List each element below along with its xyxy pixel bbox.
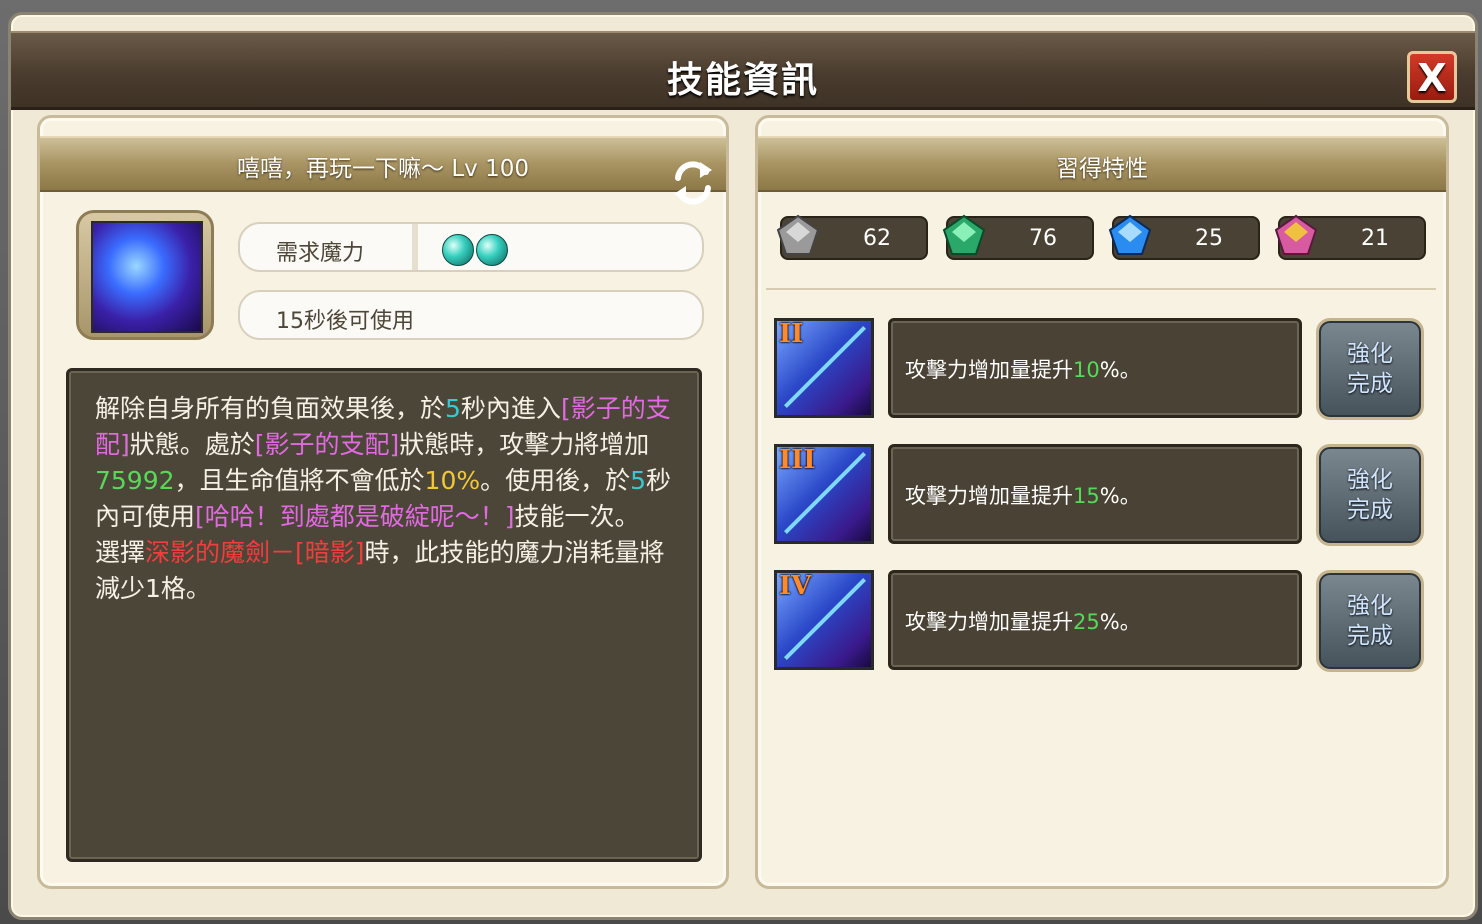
enhance-complete-button[interactable]: 強化 完成 bbox=[1316, 570, 1424, 672]
skill-icon-frame bbox=[76, 210, 214, 340]
mana-requirement-row: 需求魔力 bbox=[238, 222, 704, 272]
mana-label: 需求魔力 bbox=[276, 241, 365, 266]
trait-icon: IV bbox=[774, 570, 874, 670]
skill-panel: 嘻嘻，再玩一下嘛～ Lv 100 需求魔力 15秒後可使用 解除自身所有的負面效… bbox=[37, 115, 729, 889]
trait-description: 攻擊力增加量提升10%。 bbox=[888, 318, 1302, 418]
description-segment: 秒內進入 bbox=[460, 394, 561, 423]
gem-stats: 62 76 25 21 bbox=[766, 202, 1436, 282]
green-gem-icon bbox=[942, 214, 986, 255]
window-title: 技能資訊 bbox=[666, 60, 819, 101]
trait-text: 攻擊力增加量提升 bbox=[905, 610, 1073, 634]
enhance-complete-button[interactable]: 強化 完成 bbox=[1316, 444, 1424, 546]
trait-value: 10 bbox=[1073, 358, 1100, 382]
description-segment: 選擇 bbox=[95, 538, 146, 567]
button-label: 強化 完成 bbox=[1347, 467, 1393, 523]
cooldown-row: 15秒後可使用 bbox=[238, 290, 704, 340]
stat-rainbow-gem: 21 bbox=[1274, 214, 1426, 260]
description-segment: 深影的魔劍－ bbox=[145, 538, 296, 567]
refresh-icon[interactable] bbox=[670, 156, 716, 208]
description-segment: 解除自身所有的負面效果後，於 bbox=[95, 394, 446, 423]
trait-row: IV 攻擊力增加量提升25%。 強化 完成 bbox=[774, 570, 1430, 676]
skill-icon bbox=[91, 221, 203, 333]
trait-row: II 攻擊力增加量提升10%。 強化 完成 bbox=[774, 318, 1430, 424]
skill-description: 解除自身所有的負面效果後，於5秒內進入[影子的支配]狀態。處於[影子的支配]狀態… bbox=[95, 391, 679, 607]
trait-icon: II bbox=[774, 318, 874, 418]
description-segment: ，且生命值將不會低於 bbox=[174, 466, 425, 495]
description-segment: 。使用後，於 bbox=[480, 466, 631, 495]
trait-value: 25 bbox=[1073, 610, 1100, 634]
gray-gem-icon bbox=[776, 214, 820, 255]
button-label: 強化 完成 bbox=[1347, 593, 1393, 649]
close-icon: X bbox=[1417, 56, 1447, 100]
stat-value: 76 bbox=[1029, 226, 1057, 251]
title-bar: 技能資訊 X bbox=[11, 31, 1475, 110]
stat-gray-gem: 62 bbox=[776, 214, 928, 260]
trait-text: 攻擊力增加量提升 bbox=[905, 484, 1073, 508]
description-segment: 5 bbox=[445, 394, 461, 423]
description-segment: [哈哈！到處都是破綻呢～！] bbox=[195, 502, 515, 531]
stat-value: 25 bbox=[1195, 226, 1223, 251]
description-segment: 狀態。處於 bbox=[129, 430, 255, 459]
description-segment: [暗影] bbox=[295, 538, 365, 567]
cooldown-text: 15秒後可使用 bbox=[276, 309, 414, 334]
trait-icon: III bbox=[774, 444, 874, 544]
stat-value: 62 bbox=[863, 226, 891, 251]
description-segment: 技能一次。 bbox=[514, 502, 640, 531]
skill-header-bar: 嘻嘻，再玩一下嘛～ Lv 100 bbox=[40, 136, 726, 205]
rank-numeral: IV bbox=[779, 571, 812, 601]
description-segment: 10% bbox=[424, 466, 481, 495]
rainbow-gem-icon bbox=[1274, 214, 1318, 255]
description-paragraph: 選擇深影的魔劍－[暗影]時，此技能的魔力消耗量將減少1格。 bbox=[95, 535, 679, 607]
close-button[interactable]: X bbox=[1407, 51, 1457, 103]
divider bbox=[766, 288, 1436, 290]
enhance-complete-button[interactable]: 強化 完成 bbox=[1316, 318, 1424, 420]
rank-numeral: II bbox=[779, 319, 804, 349]
trait-row: III 攻擊力增加量提升15%。 強化 完成 bbox=[774, 444, 1430, 550]
trait-suffix: %。 bbox=[1099, 484, 1141, 508]
stat-blue-gem: 25 bbox=[1108, 214, 1260, 260]
description-segment: 75992 bbox=[95, 466, 175, 495]
stat-value: 21 bbox=[1361, 226, 1389, 251]
description-segment: [影子的支配] bbox=[254, 430, 400, 459]
trait-suffix: %。 bbox=[1099, 610, 1141, 634]
trait-text: 攻擊力增加量提升 bbox=[905, 358, 1073, 382]
skill-info-window: 技能資訊 X 嘻嘻，再玩一下嘛～ Lv 100 需求魔力 15秒後可使用 解除自… bbox=[8, 12, 1478, 920]
divider bbox=[412, 224, 418, 270]
mana-orb-icon bbox=[476, 234, 508, 266]
traits-title: 習得特性 bbox=[1056, 156, 1148, 182]
description-paragraph: 解除自身所有的負面效果後，於5秒內進入[影子的支配]狀態。處於[影子的支配]狀態… bbox=[95, 391, 679, 535]
description-segment: 5 bbox=[630, 466, 647, 495]
blue-gem-icon bbox=[1108, 214, 1152, 255]
stat-green-gem: 76 bbox=[942, 214, 1094, 260]
skill-name-level: 嘻嘻，再玩一下嘛～ Lv 100 bbox=[237, 156, 529, 182]
skill-description-box: 解除自身所有的負面效果後，於5秒內進入[影子的支配]狀態。處於[影子的支配]狀態… bbox=[66, 368, 702, 862]
trait-description: 攻擊力增加量提升15%。 bbox=[888, 444, 1302, 544]
trait-suffix: %。 bbox=[1099, 358, 1141, 382]
button-label: 強化 完成 bbox=[1347, 341, 1393, 397]
description-segment: 狀態時，攻擊力將增加 bbox=[399, 430, 650, 459]
rank-numeral: III bbox=[779, 445, 816, 475]
trait-description: 攻擊力增加量提升25%。 bbox=[888, 570, 1302, 670]
mana-orb-icon bbox=[442, 234, 474, 266]
screen-frame: 技能資訊 X 嘻嘻，再玩一下嘛～ Lv 100 需求魔力 15秒後可使用 解除自… bbox=[0, 0, 1482, 924]
traits-header-bar: 習得特性 bbox=[758, 136, 1446, 192]
traits-panel: 習得特性 62 76 25 21 II 攻擊力增加量提升10%。 強化 完成 I… bbox=[755, 115, 1449, 889]
trait-value: 15 bbox=[1073, 484, 1100, 508]
